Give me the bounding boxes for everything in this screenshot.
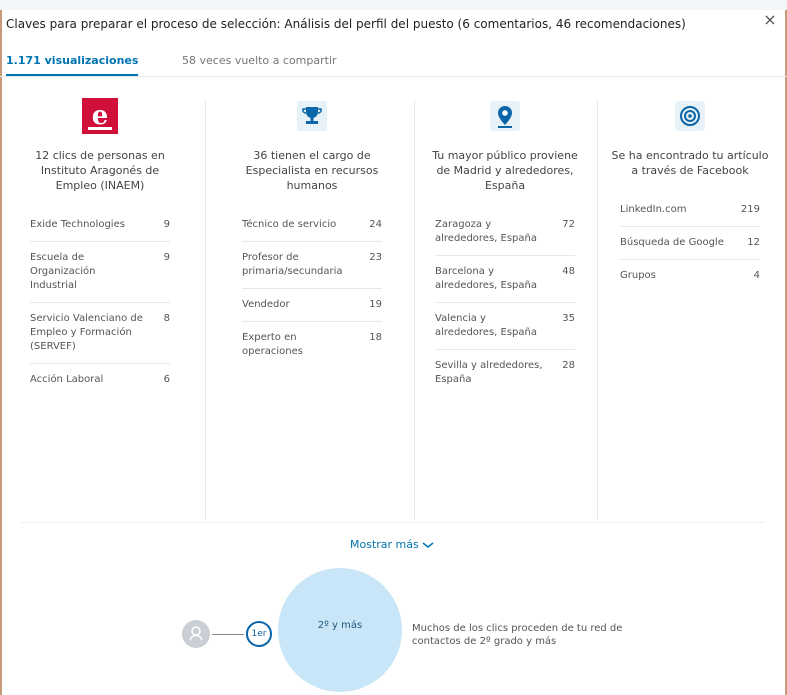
location-list: Zaragoza y alrededores, España 72 Barcelo… [425, 209, 585, 396]
list-item: Búsqueda de Google 12 [620, 227, 760, 260]
column-divider [414, 100, 415, 520]
list-item: Servicio Valenciano de Empleo y Formació… [30, 303, 170, 364]
location-pin-icon [487, 98, 523, 134]
tab-reshares[interactable]: 58 veces vuelto a compartir [182, 50, 337, 74]
chevron-down-icon [422, 538, 434, 551]
source-list: LinkedIn.com 219 Búsqueda de Google 12 Gru… [610, 194, 770, 292]
list-item: Zaragoza y alrededores, España 72 [435, 209, 575, 256]
avatar [182, 620, 210, 648]
list-item: Técnico de servicio 24 [242, 209, 382, 242]
tab-views[interactable]: 1.171 visualizaciones [6, 50, 139, 76]
first-degree-bubble: 1er [246, 621, 272, 647]
column-source: Se ha encontrado tu artículo a través de… [610, 98, 770, 292]
column-company: e 12 clics de personas en Instituto Arag… [20, 98, 180, 396]
list-item: Valencia y alrededores, España 35 [435, 303, 575, 350]
tab-bar: 1.171 visualizaciones 58 veces vuelto a … [6, 50, 766, 78]
column-location: Tu mayor público proviene de Madrid y al… [425, 98, 585, 396]
list-item: Experto en operaciones 18 [242, 332, 382, 357]
show-more-label: Mostrar más [350, 538, 419, 551]
column-divider [205, 100, 206, 520]
list-item: Grupos 4 [620, 270, 760, 281]
inaem-logo-icon: e [82, 98, 118, 134]
list-item: Profesor de primaria/secundaria 23 [242, 242, 382, 289]
column-company-title: 12 clics de personas en Instituto Aragon… [35, 149, 165, 192]
column-location-title: Tu mayor público proviene de Madrid y al… [432, 149, 578, 192]
list-item: LinkedIn.com 219 [620, 194, 760, 227]
section-divider [20, 522, 765, 523]
top-strip [0, 0, 787, 10]
trophy-icon [294, 98, 330, 134]
list-item: Vendedor 19 [242, 289, 382, 322]
list-item: Sevilla y alrededores, España 28 [435, 360, 575, 385]
show-more-button[interactable]: Mostrar más [350, 538, 434, 551]
target-icon [672, 98, 708, 134]
list-item: Barcelona y alrededores, España 48 [435, 256, 575, 303]
company-list: Exide Technologies 9 Escuela de Organizac… [20, 209, 180, 396]
connector-line [212, 634, 244, 635]
svg-text:e: e [92, 101, 109, 131]
list-item: Escuela de Organización Industrial 9 [30, 242, 170, 303]
article-title: Claves para preparar el proceso de selec… [6, 17, 686, 31]
second-degree-label: 2º y más [317, 620, 363, 631]
second-degree-bubble: 2º y más [278, 568, 402, 692]
network-description: Muchos de los clics proceden de tu red d… [412, 623, 623, 647]
job-title-list: Técnico de servicio 24 Profesor de primar… [232, 209, 392, 368]
tab-divider [0, 76, 787, 77]
column-job-title-heading: 36 tienen el cargo de Especialista en re… [245, 149, 379, 192]
column-source-title: Se ha encontrado tu artículo a través de… [611, 149, 769, 177]
column-divider [597, 100, 598, 520]
list-item: Exide Technologies 9 [30, 209, 170, 242]
list-item: Acción Laboral 6 [30, 374, 170, 385]
column-job-title: 36 tienen el cargo de Especialista en re… [232, 98, 392, 368]
close-icon[interactable]: × [761, 11, 779, 29]
